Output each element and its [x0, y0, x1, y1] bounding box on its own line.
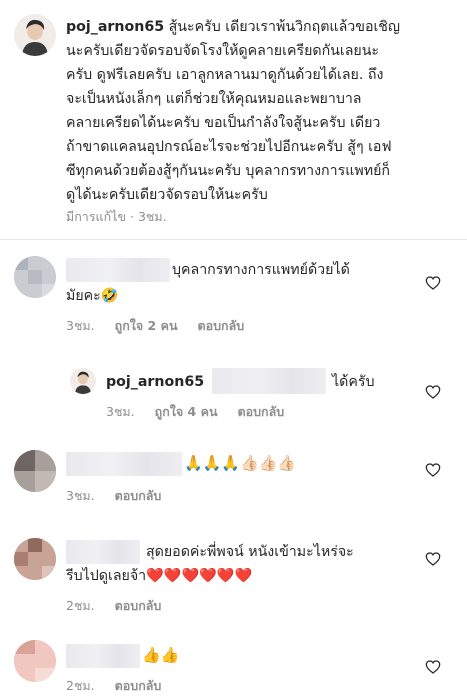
caption-line-4: จะเป็นหนังเล็กๆ แต่ก็ช่วยให้คุณหมอและพยา…	[66, 91, 362, 107]
comment-text-line-2: มัยคะ🤣	[66, 288, 119, 304]
username-redacted[interactable]	[66, 644, 140, 668]
caption-line-8: ดูได้นะครับเดียวจัดรอบให้นะครับ	[66, 187, 268, 203]
heart-outline-icon[interactable]	[425, 660, 441, 674]
mention-redacted[interactable]	[212, 368, 326, 394]
caption-divider	[0, 239, 467, 240]
meta-separator: ·	[129, 209, 138, 224]
comment-text: 🙏🙏🙏👍🏻👍🏻👍🏻	[184, 454, 297, 472]
caption-line-1: poj_arnon65 สู้นะครับ เดียวเราพ้นวิกฤตแล…	[66, 15, 461, 39]
caption-line-5: คลายเครียดได้นะครับ ขอเป็นกำลังใจสู้นะคร…	[66, 115, 381, 131]
comment-text-line-2: รีบไปดูเลยจ้า❤️❤️❤️❤️❤️❤️	[66, 568, 253, 584]
comment-time: 2ชม.	[66, 598, 95, 613]
reply-button[interactable]: ตอบกลับ	[115, 678, 162, 693]
heart-outline-icon[interactable]	[425, 385, 441, 399]
edited-label: มีการแก้ไข	[66, 209, 126, 224]
avatar-photo	[14, 256, 56, 298]
heart-outline-icon[interactable]	[425, 276, 441, 290]
author-username[interactable]: poj_arnon65	[66, 19, 164, 35]
username-redacted[interactable]	[66, 540, 140, 564]
author-avatar[interactable]	[70, 368, 96, 394]
comment-time: 2ชม.	[66, 678, 95, 693]
caption-text-1: สู้นะครับ เดียวเราพ้นวิกฤตแล้วขอเชิญ	[168, 19, 401, 35]
author-avatar[interactable]	[14, 14, 56, 56]
comment-text: บุคลากรทางการแพทย์ด้วยได้	[172, 258, 422, 282]
caption-line-2: นะครับเดียวจัดรอบจัดโรงให้ดูคลายเครียดกั…	[66, 43, 380, 59]
caption-line-6: ถ้าขาดแคลนอุปกรณ์อะไรจะช่วยไปอีกนะครับ ส…	[66, 139, 392, 155]
commenter-avatar[interactable]	[14, 640, 56, 682]
comment-time: 3ชม.	[66, 488, 95, 503]
post-caption: poj_arnon65 สู้นะครับ เดียวเราพ้นวิกฤตแล…	[66, 15, 461, 207]
username-redacted[interactable]	[66, 452, 182, 476]
comment-meta: 3ชม. ถูกใจ 2 คน ตอบกลับ	[66, 316, 244, 336]
comment-meta: 3ชม. ตอบกลับ	[66, 486, 161, 506]
reply-button[interactable]: ตอบกลับ	[238, 404, 285, 419]
reply-text: poj_arnon65	[106, 370, 204, 394]
caption-line-7: ซีทุกคนด้วยต้องสู้ๆกันนะครับ บุคลากรทางก…	[66, 163, 390, 179]
post-meta: มีการแก้ไข · 3ชม.	[66, 207, 167, 227]
comment-text-line-1: สุดยอดค่ะพี่พจน์ หนังเข้ามะไหร่จะ	[146, 544, 354, 560]
comment-meta: 2ชม. ตอบกลับ	[66, 596, 161, 616]
reply-button[interactable]: ตอบกลับ	[198, 318, 245, 333]
post-time: 3ชม.	[137, 209, 167, 224]
reply-meta: 3ชม. ถูกใจ 4 คน ตอบกลับ	[106, 402, 284, 422]
reply-time: 3ชม.	[106, 404, 135, 419]
commenter-avatar[interactable]	[14, 450, 56, 492]
comment-text-line-1: บุคลากรทางการแพทย์ด้วยได้	[172, 262, 350, 278]
comment-time: 3ชม.	[66, 318, 95, 333]
heart-outline-icon[interactable]	[425, 463, 441, 477]
avatar-photo	[14, 14, 56, 56]
comment-likes[interactable]: ถูกใจ 2 คน	[115, 318, 178, 333]
commenter-avatar[interactable]	[14, 256, 56, 298]
comment-meta: 2ชม. ตอบกลับ	[66, 676, 161, 696]
reply-body: ได้ครับ	[332, 374, 375, 390]
caption-line-3: ครับ ดูฟรีเลยครับ เอาลูกหลานมาดูกันด้วยไ…	[66, 67, 384, 83]
reply-button[interactable]: ตอบกลับ	[115, 488, 162, 503]
avatar-photo	[14, 538, 56, 580]
avatar-photo	[14, 450, 56, 492]
heart-outline-icon[interactable]	[425, 552, 441, 566]
reply-username[interactable]: poj_arnon65	[106, 374, 204, 390]
reply-likes[interactable]: ถูกใจ 4 คน	[155, 404, 218, 419]
avatar-photo	[70, 368, 96, 394]
username-redacted[interactable]	[66, 258, 170, 282]
commenter-avatar[interactable]	[14, 538, 56, 580]
reply-button[interactable]: ตอบกลับ	[115, 598, 162, 613]
avatar-photo	[14, 640, 56, 682]
comment-text: 👍👍	[142, 646, 180, 664]
